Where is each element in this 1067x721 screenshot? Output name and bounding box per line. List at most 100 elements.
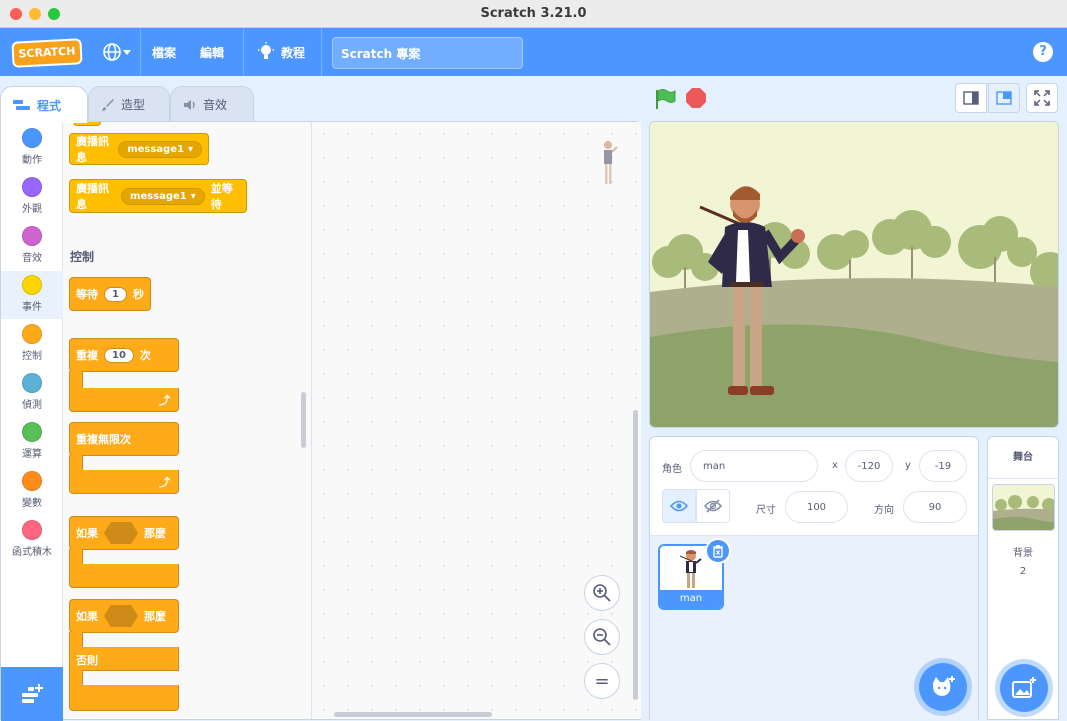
edit-menu[interactable]: 編輯 [200,44,224,61]
sprite-name-input[interactable]: man [690,450,818,482]
y-label: y [905,460,911,471]
category-label: 函式積木 [12,547,52,558]
message-dropdown[interactable]: message1 ▾ [118,140,202,158]
zoom-out-button[interactable] [584,619,620,655]
category-dot [22,324,42,344]
x-position-input[interactable]: -120 [845,450,893,482]
choose-sprite-button[interactable] [919,663,967,711]
script-workspace[interactable]: = [312,122,641,719]
forever-block[interactable]: 重複無限次 [69,422,179,456]
category-dot [22,373,42,393]
scratch-logo[interactable]: SCRATCH [11,38,83,68]
stage-selector-panel[interactable]: 舞台 背景 2 [987,436,1059,720]
if-then-block[interactable]: 如果 那麼 [69,516,179,550]
zoom-in-button[interactable] [584,575,620,611]
delete-sprite-button[interactable] [705,538,731,564]
category-dot [22,128,42,148]
if-block-bottom [69,564,179,588]
y-position-input[interactable]: -19 [919,450,967,482]
else-label: 否則 [69,647,179,671]
fullscreen-button[interactable] [1026,83,1058,113]
tab-costumes-label: 造型 [121,98,146,112]
broadcast-and-wait-block[interactable]: 廣播訊息 message1 ▾ 並等待 [69,179,247,213]
globe-icon [103,43,121,61]
category-control[interactable]: 控制 [1,320,63,368]
forever-block-arm [69,455,83,471]
workspace-horizontal-scrollbar[interactable] [334,712,492,717]
show-sprite-button[interactable] [662,489,696,523]
message-dropdown[interactable]: message1 ▾ [120,187,205,205]
broadcast-block[interactable]: 廣播訊息 message1 ▾ [69,133,209,165]
block-label: 等待 [76,288,98,301]
wait-seconds-input[interactable]: 1 [104,286,127,302]
small-stage-icon [963,91,979,105]
condition-slot[interactable] [104,522,138,544]
add-extension-button[interactable] [1,667,63,721]
choose-backdrop-button[interactable] [1000,664,1048,712]
if-else-bottom [69,685,179,711]
workspace-vertical-scrollbar[interactable] [633,410,638,700]
palette-scrollbar[interactable] [301,392,306,448]
sprite-watermark-icon [604,141,618,184]
backdrop-count: 2 [1019,566,1027,577]
eye-icon [670,500,688,512]
block-label: 秒 [132,288,144,301]
category-operators[interactable]: 運算 [1,418,63,466]
zoom-out-icon [593,628,611,646]
speaker-icon [184,99,195,110]
tab-sounds[interactable]: 音效 [170,86,254,122]
green-flag-icon[interactable] [654,88,676,110]
stage-canvas[interactable] [649,121,1059,428]
repeat-block[interactable]: 重複 10 次 [69,338,179,372]
category-events[interactable]: 事件 [1,271,63,319]
block-label: 並等待 [210,182,233,211]
category-dot [22,471,42,491]
direction-input[interactable]: 90 [903,491,967,523]
language-menu[interactable] [102,40,132,64]
category-label: 音效 [22,253,42,264]
control-section-label: 控制 [70,250,95,264]
size-input[interactable]: 100 [785,491,848,523]
stop-button[interactable] [686,88,706,108]
tab-code[interactable]: 程式 [0,86,88,123]
category-label: 動作 [22,155,42,166]
block-label: 重複 [76,349,98,362]
backdrop-thumbnail [992,484,1055,531]
project-title-input[interactable]: Scratch 專案 [332,37,523,69]
trash-icon [713,545,723,558]
dropdown-value: message1 [127,143,184,155]
hide-sprite-button[interactable] [696,489,730,523]
lightbulb-icon [258,42,274,59]
block-label: 如果 [76,610,98,623]
block-label: 廣播訊息 [76,135,109,164]
if-else-block[interactable]: 如果 那麼 [69,599,179,633]
category-my-blocks[interactable]: 函式積木 [1,516,63,564]
condition-slot[interactable] [104,605,138,627]
normal-stage-button[interactable] [988,83,1020,113]
category-looks[interactable]: 外觀 [1,173,63,221]
repeat-count-input[interactable]: 10 [104,347,134,363]
file-menu[interactable]: 檔案 [152,44,176,61]
help-button[interactable]: ? [1033,42,1053,62]
category-motion[interactable]: 動作 [1,124,63,172]
tab-costumes[interactable]: 造型 [88,86,170,122]
eye-slash-icon [704,499,722,513]
category-sensing[interactable]: 偵測 [1,369,63,417]
tutorials-menu[interactable]: 教程 [257,42,305,62]
loop-arrow-icon: ⤴ [159,476,170,489]
brush-icon [102,98,114,111]
block-palette: 廣播訊息 message1 ▾ 廣播訊息 message1 ▾ 並等待 控制 等待 … [63,122,312,719]
normal-stage-icon [996,91,1012,105]
extension-icon [22,684,43,703]
category-variables[interactable]: 變數 [1,467,63,515]
small-stage-button[interactable] [955,83,987,113]
block-label: 次 [139,349,151,362]
code-editor: 動作 外觀 音效 事件 控制 偵測 運算 變數 函式積木 廣播訊息 messag… [0,121,641,721]
category-sound[interactable]: 音效 [1,222,63,270]
caret-down-icon [123,50,131,55]
zoom-reset-button[interactable]: = [584,663,620,699]
size-label: 尺寸 [756,505,776,516]
wait-block[interactable]: 等待 1 秒 [69,277,151,311]
category-dot [22,275,42,295]
add-backdrop-icon [1012,677,1036,698]
